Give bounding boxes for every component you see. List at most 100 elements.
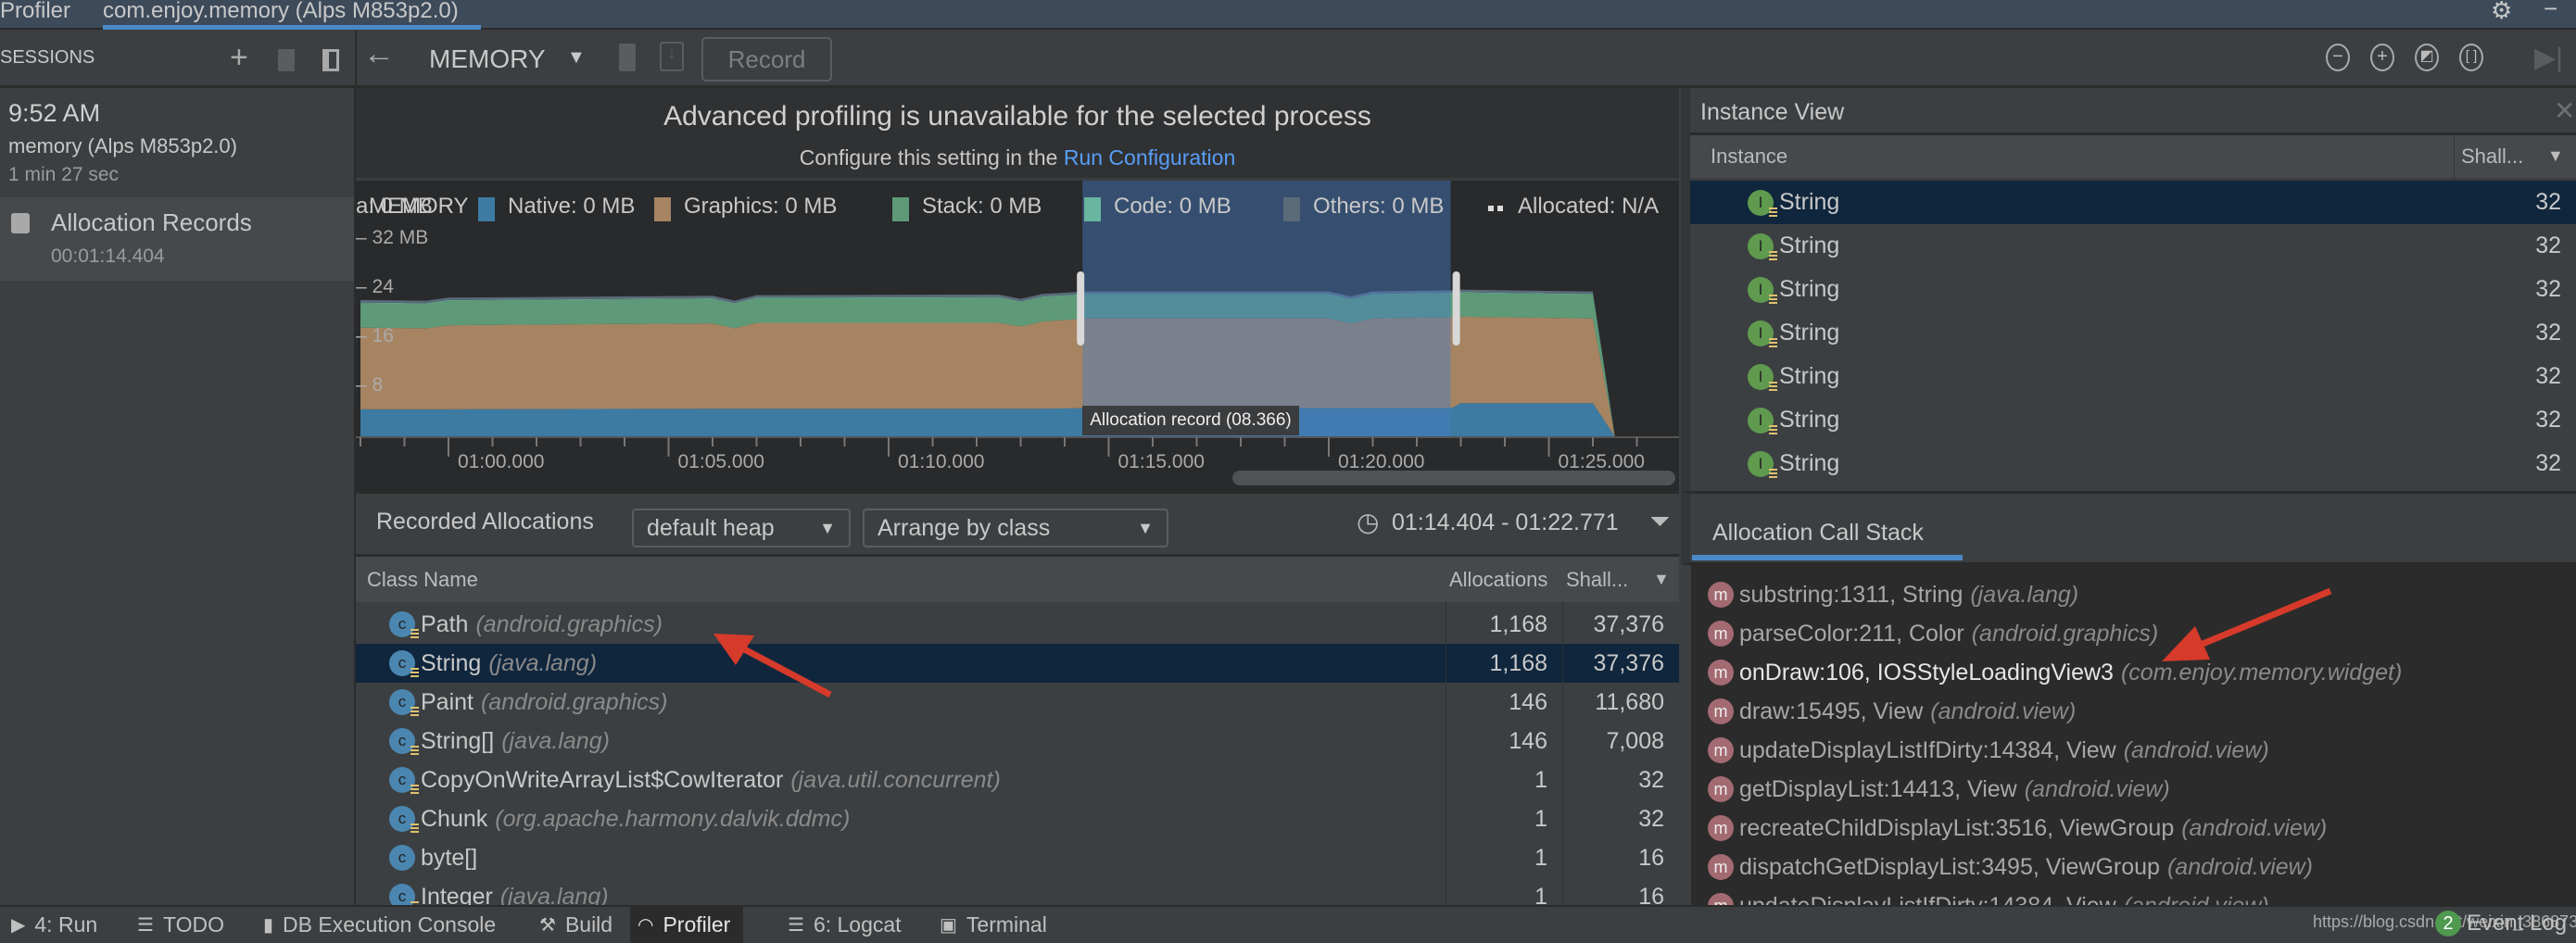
instance-icon: I [1748, 320, 1777, 349]
gear-icon[interactable]: ⚙ [2491, 0, 2512, 25]
instance-row[interactable]: IString 32 [1690, 311, 2576, 355]
column-divider [2454, 135, 2455, 180]
method-icon: m [1708, 854, 1734, 880]
trash-icon[interactable] [619, 44, 636, 71]
frame-package: (android.view) [2166, 853, 2313, 880]
class-icon: c [389, 611, 419, 640]
memory-chart[interactable]: a: 0 MB MEMORY Native: 0 MB Graphics: 0 M… [356, 181, 1679, 491]
session-item[interactable]: 9:52 AM memory (Alps M853p2.0) 1 min 27 … [0, 88, 354, 197]
zoom-in-icon[interactable]: + [2370, 44, 2394, 71]
memory-chart-svg[interactable] [356, 181, 1679, 491]
legend-item: Graphics: 0 MB [684, 194, 838, 219]
sessions-sidebar: 9:52 AM memory (Alps M853p2.0) 1 min 27 … [0, 88, 356, 905]
selection-handle-end[interactable] [1452, 271, 1460, 346]
legend-item: Native: 0 MB [508, 194, 636, 219]
tool-window-label: TODO [162, 912, 224, 937]
tab-process[interactable]: com.enjoy.memory (Alps M853p2.0) [103, 0, 459, 24]
column-shallow[interactable]: Shall... [2461, 145, 2523, 169]
chevron-down-icon[interactable]: ▼ [567, 47, 586, 69]
profiler-selector[interactable]: MEMORY [429, 44, 546, 74]
frame-method: onDraw:106, IOSStyleLoadingView3 [1739, 659, 2114, 685]
sort-desc-icon[interactable]: ▼ [2547, 146, 2564, 166]
table-row[interactable]: c Paint (android.graphics) 146 11,680 [356, 683, 1679, 722]
heap-dropdown[interactable]: default heap ▼ [632, 509, 851, 547]
back-arrow-icon[interactable]: ← [363, 36, 395, 72]
table-row[interactable]: c String[] (java.lang) 146 7,008 [356, 722, 1679, 761]
event-log-button[interactable]: Event Log [2467, 911, 2567, 937]
frame-package: (android.view) [1930, 698, 2077, 724]
instance-icon: I [1748, 363, 1777, 393]
class-icon: c [389, 845, 415, 871]
call-stack-frame[interactable]: m getDisplayList:14413, View (android.view… [1708, 771, 2170, 808]
x-tick-label: 01:05.000 [677, 451, 764, 472]
advanced-profiling-banner: Advanced profiling is unavailable for th… [356, 88, 1679, 181]
timeline-scrollbar[interactable] [1232, 471, 1675, 485]
class-name: Chunk [421, 805, 488, 832]
call-stack-frame[interactable]: mupdateDisplayListIfDirty:14384, View (an… [1708, 732, 2269, 769]
go-live-icon[interactable]: ▶| [2534, 42, 2563, 74]
table-row[interactable]: c Path (android.graphics) 1,168 37,376 [356, 605, 1679, 644]
column-allocations[interactable]: Allocations [1449, 568, 1547, 592]
allocation-records-item[interactable]: Allocation Records 00:01:14.404 [0, 197, 354, 281]
close-icon[interactable]: ✕ [2554, 95, 2575, 126]
tool-window-todo[interactable]: ☰ TODO [130, 907, 237, 943]
table-row[interactable]: c CopyOnWriteArrayList$CowIterator (java.u… [356, 761, 1679, 799]
heap-value: default heap [647, 514, 775, 541]
tool-window-terminal[interactable]: ▣ Terminal [932, 907, 1060, 943]
table-row[interactable]: c byte[] 1 16 [356, 838, 1679, 877]
tab-allocation-call-stack[interactable]: Allocation Call Stack [1712, 520, 1924, 547]
sort-desc-icon[interactable]: ▼ [1653, 570, 1670, 589]
tool-window-logcat[interactable]: ☰ 6: Logcat [780, 907, 915, 943]
filter-icon[interactable]: ⏷ [1649, 507, 1670, 537]
column-instance[interactable]: Instance [1711, 145, 1787, 169]
record-button[interactable]: Record [701, 37, 832, 82]
stop-session-icon[interactable] [278, 49, 295, 71]
tool-window-run[interactable]: ▶ 4: Run [4, 907, 110, 943]
allocations-count: 1 [1534, 844, 1547, 871]
y-tick-label: ‒ 24 [356, 276, 394, 298]
instance-icon: I [1748, 276, 1777, 306]
call-stack-frame[interactable]: m draw:15495, View (android.view) [1708, 693, 2076, 730]
class-name: String[] [421, 727, 495, 754]
instance-row[interactable]: IString 32 [1690, 224, 2576, 268]
selection-handle-start[interactable] [1077, 271, 1085, 346]
minimize-icon[interactable]: − [2544, 0, 2557, 23]
table-row[interactable]: c Chunk (org.apache.harmony.dalvik.ddmc) 1 3… [356, 799, 1679, 838]
allocations-count: 1,168 [1489, 649, 1547, 676]
collapse-panel-icon[interactable] [322, 49, 339, 71]
instance-row[interactable]: IString 32 [1690, 398, 2576, 442]
tab-profiler[interactable]: Profiler [0, 0, 70, 24]
profiler-toolbar: SESSIONS + ← MEMORY ▼ ↓ Record − + ◩ [ ]… [0, 31, 2576, 88]
reset-zoom-icon[interactable]: ◩ [2415, 44, 2439, 71]
method-icon: m [1708, 621, 1734, 647]
table-row[interactable]: c String (java.lang) 1,168 37,376 [356, 644, 1679, 683]
instance-row[interactable]: IString 32 [1690, 355, 2576, 398]
call-stack-frame[interactable]: m parseColor:211, Color (android.graphics) [1708, 615, 2158, 652]
instance-row[interactable]: IString 32 [1690, 181, 2576, 224]
run-configuration-link[interactable]: Run Configuration [1064, 145, 1235, 170]
call-stack-frame[interactable]: m substring:1311, String (java.lang) [1708, 576, 2078, 613]
instance-row[interactable]: IString 32 [1690, 442, 2576, 485]
export-icon[interactable]: ↓ [660, 42, 684, 71]
call-stack-frame[interactable]: m dispatchGetDisplayList:3495, ViewGroup(… [1708, 849, 2313, 886]
tool-window-label: DB Execution Console [283, 912, 497, 937]
instance-row[interactable]: IString 32 [1690, 268, 2576, 311]
column-shallow[interactable]: Shall... [1566, 568, 1628, 592]
class-icon: c [389, 806, 419, 835]
banner-text: Configure this setting in the Run Config… [356, 145, 1679, 170]
zoom-out-icon[interactable]: − [2326, 44, 2350, 71]
arrange-dropdown[interactable]: Arrange by class ▼ [863, 509, 1168, 547]
arrange-value: Arrange by class [878, 514, 1051, 541]
zoom-to-selection-icon[interactable]: [ ] [2459, 44, 2483, 71]
column-class-name[interactable]: Class Name [367, 568, 478, 592]
legend-item: Stack: 0 MB [922, 194, 1042, 219]
add-session-icon[interactable]: + [230, 40, 248, 76]
tool-window-build[interactable]: ⚒ Build [532, 907, 625, 943]
tool-window-db[interactable]: ▮ DB Execution Console [256, 907, 509, 943]
tool-window-profiler[interactable]: ◠ Profiler [630, 907, 744, 943]
shallow-size: 32 [1638, 766, 1664, 793]
instance-view-title: Instance View [1700, 99, 1845, 125]
call-stack-frame[interactable]: m recreateChildDisplayList:3516, ViewGrou… [1708, 810, 2327, 847]
shallow-size: 32 [2535, 407, 2561, 433]
allocations-table-header: Class Name Allocations Shall... ▼ [356, 554, 1679, 602]
